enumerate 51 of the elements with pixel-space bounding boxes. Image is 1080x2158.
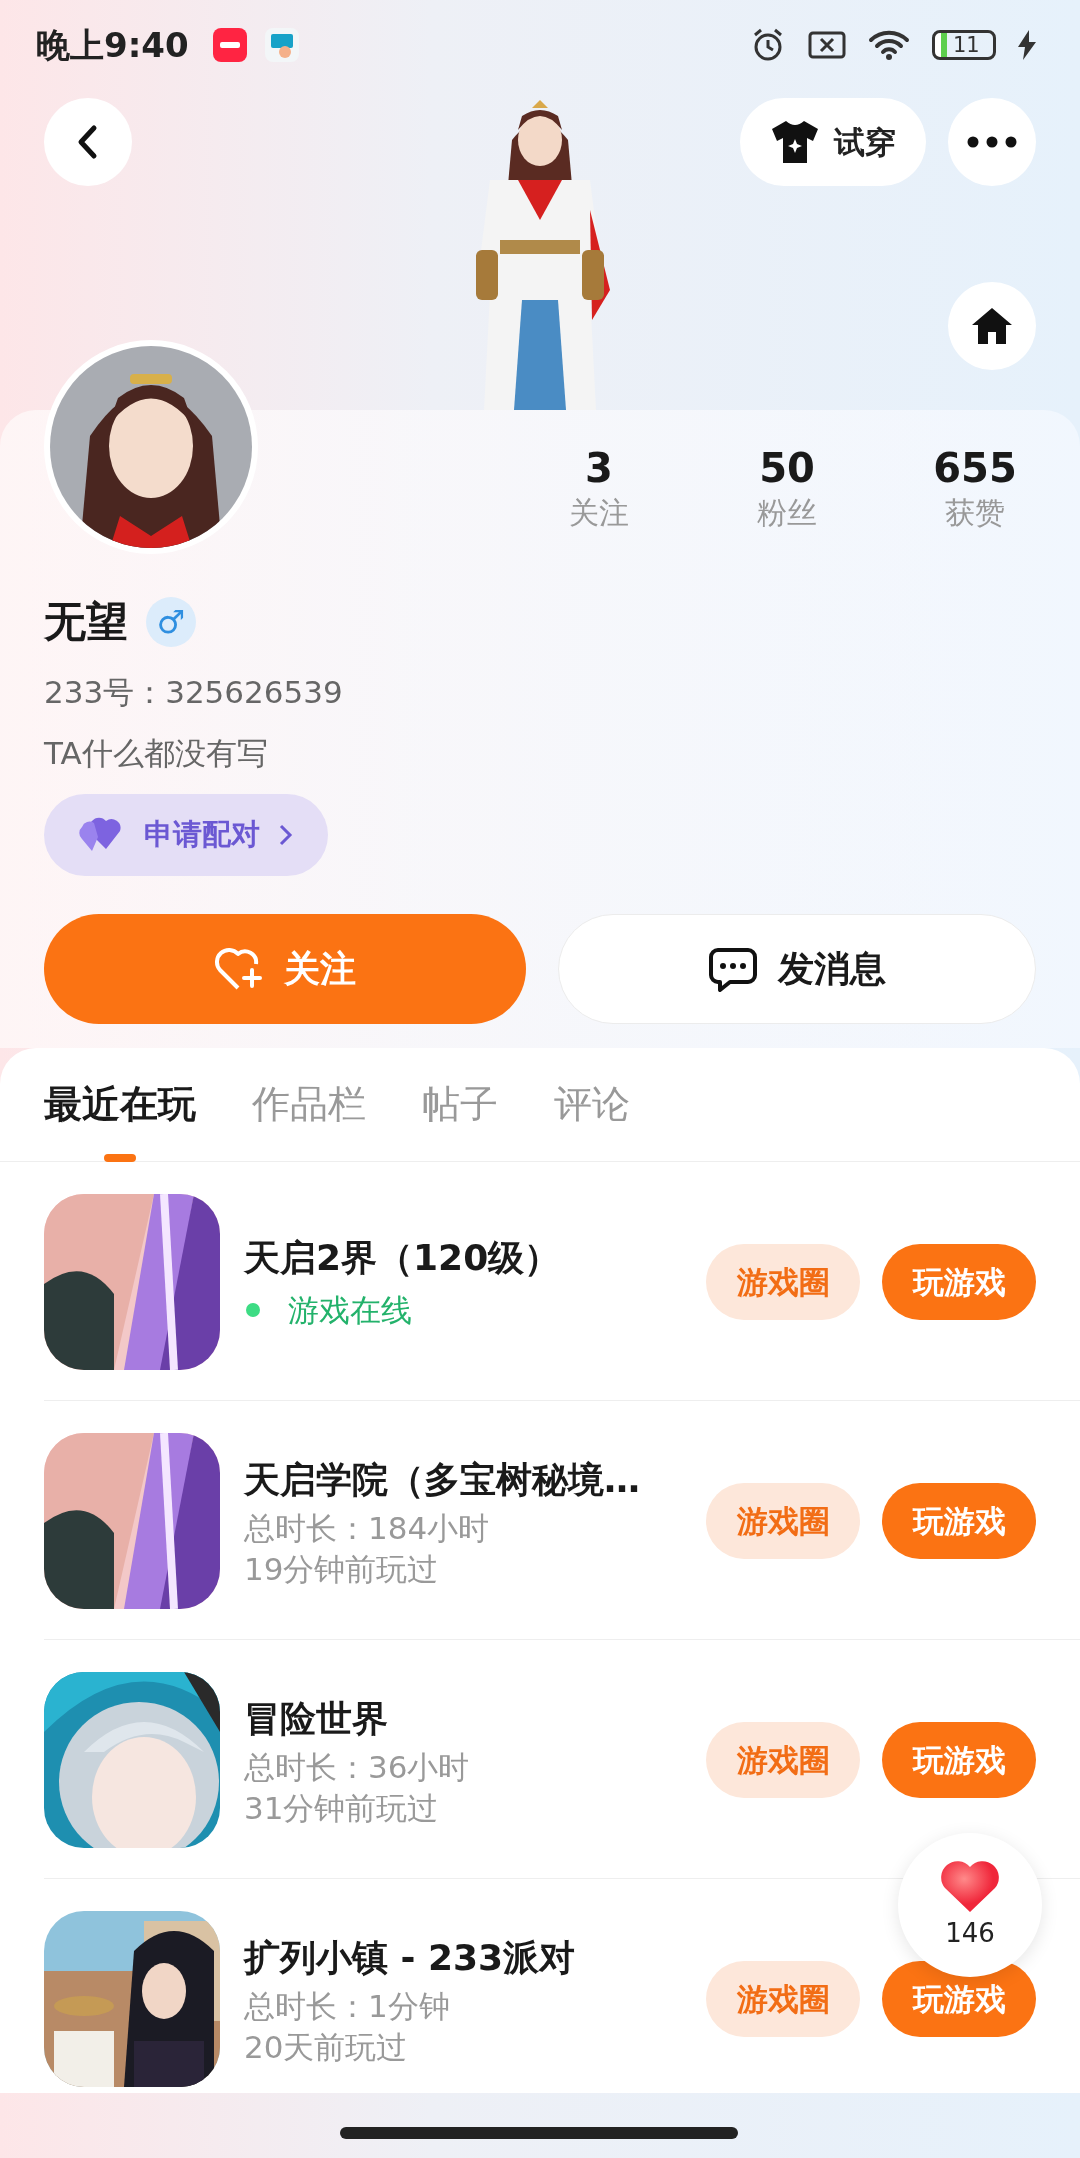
- user-bio: TA什么都没有写: [44, 733, 269, 773]
- game-circle-button[interactable]: 游戏圈: [706, 1961, 860, 2037]
- user-id: 233号：325626539: [44, 673, 344, 712]
- play-duration: 总时长：36小时: [244, 1748, 471, 1787]
- play-duration: 总时长：184小时: [244, 1509, 491, 1548]
- heart-plus-icon: [214, 946, 264, 992]
- battery-icon: 11: [932, 30, 996, 60]
- chevron-icon: [278, 823, 294, 847]
- stat-count: 3: [585, 446, 613, 490]
- status-time: 晚上9:40: [36, 23, 189, 67]
- last-played: 19分钟前玩过: [244, 1550, 440, 1589]
- game-title: 天启2界（120级）: [244, 1235, 562, 1280]
- play-button[interactable]: 玩游戏: [882, 1722, 1036, 1798]
- game-circle-button[interactable]: 游戏圈: [706, 1244, 860, 1320]
- game-title: 天启学院（多宝树秘境…: [244, 1458, 641, 1503]
- message-button[interactable]: 发消息: [558, 914, 1036, 1024]
- stat-label: 获赞: [945, 494, 1005, 532]
- tab[interactable]: 作品栏: [252, 1048, 366, 1162]
- play-button[interactable]: 玩游戏: [882, 1244, 1036, 1320]
- game-title: 冒险世界: [244, 1697, 389, 1742]
- last-played: 31分钟前玩过: [244, 1789, 440, 1828]
- app-icon: [212, 28, 247, 62]
- tab[interactable]: 最近在玩: [44, 1048, 196, 1162]
- game-title: 扩列小镇 - 233派对: [244, 1936, 577, 1981]
- more-icon: [967, 136, 1017, 148]
- pair-button[interactable]: 申请配对: [44, 794, 328, 876]
- online-status: 游戏在线: [288, 1290, 412, 1330]
- wifi-icon: [868, 29, 910, 61]
- tab[interactable]: 评论: [554, 1048, 630, 1162]
- game-circle-button[interactable]: 游戏圈: [706, 1722, 860, 1798]
- play-button[interactable]: 玩游戏: [882, 1961, 1036, 2037]
- stat-count: 50: [759, 446, 815, 490]
- charging-icon: [1018, 30, 1036, 60]
- game-circle-button[interactable]: 游戏圈: [706, 1483, 860, 1559]
- follow-button[interactable]: 关注: [44, 914, 526, 1024]
- tab[interactable]: 帖子: [422, 1048, 498, 1162]
- online-dot: [246, 1303, 260, 1317]
- last-played: 20天前玩过: [244, 2028, 409, 2067]
- home-icon: [970, 306, 1014, 346]
- user-name: 无望: [44, 596, 128, 648]
- play-button[interactable]: 玩游戏: [882, 1483, 1036, 1559]
- stat-count: 655: [933, 446, 1017, 490]
- stat-label: 粉丝: [757, 494, 817, 532]
- sim-icon: [808, 30, 846, 60]
- shirt-icon: [770, 119, 820, 165]
- stat-label: 关注: [569, 494, 629, 532]
- chat-icon: [708, 946, 758, 992]
- app-icon: [264, 28, 299, 62]
- gender-icon: ♂: [146, 596, 196, 647]
- play-duration: 总时长：1分钟: [244, 1987, 451, 2026]
- try-on-button[interactable]: 试穿: [740, 98, 926, 186]
